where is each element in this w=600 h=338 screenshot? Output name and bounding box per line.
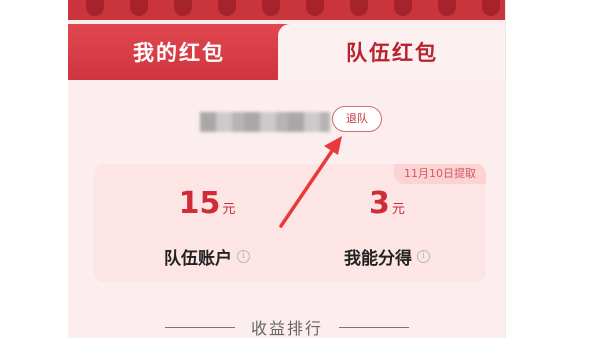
arrow-shaft: [279, 146, 336, 228]
screenshot-stage: ★收藏 我的红包 队伍红包 退队 11月10日提取 15元: [0, 0, 600, 338]
annotation-arrow-icon: [279, 136, 342, 228]
